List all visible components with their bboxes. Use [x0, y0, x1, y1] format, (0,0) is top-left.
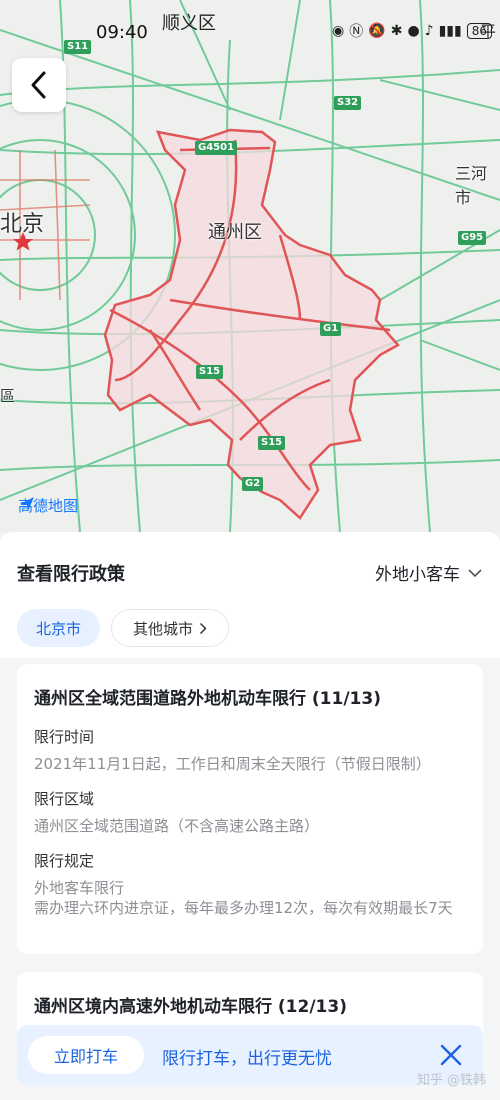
taxi-promo-bar: 立即打车 限行打车，出行更无忧	[17, 1025, 483, 1085]
amap-logo-icon	[20, 497, 34, 511]
card-1-time-label: 限行时间	[34, 728, 95, 746]
bluetooth-icon: ✱	[390, 23, 403, 39]
mic-icon: ♪	[424, 23, 434, 39]
map-view[interactable]: 北京 通州区 三河市 平 區 S11 S32 G4501 G95 G1 S15 …	[0, 0, 500, 532]
status-icons: ◉ Ⓝ 🔕 ✱ ● ♪ ▮▮▮ 86	[332, 21, 492, 41]
battery-indicator: 86	[466, 23, 492, 39]
card-1-area-label: 限行区域	[34, 790, 95, 808]
tongzhou-boundary	[103, 128, 400, 520]
tab-other-cities[interactable]: 其他城市	[111, 609, 229, 647]
tab-beijing[interactable]: 北京市	[17, 609, 100, 647]
road-shield-g95: G95	[458, 231, 487, 245]
status-bar: 09:40 顺义区 ◉ Ⓝ 🔕 ✱ ● ♪ ▮▮▮ 86	[0, 0, 500, 62]
eye-icon: ◉	[332, 23, 345, 39]
card-1-rule-label: 限行规定	[34, 852, 95, 870]
call-taxi-button[interactable]: 立即打车	[28, 1036, 144, 1074]
vehicle-type-selector[interactable]: 外地小客车	[375, 560, 482, 585]
card-2-title: 通州区境内高速外地机动车限行 (12/13)	[34, 997, 347, 1017]
close-icon[interactable]	[439, 1043, 463, 1067]
tab-other-cities-label: 其他城市	[132, 619, 193, 638]
watermark: 知乎 @铁韩	[416, 1073, 486, 1088]
signal-icon: ▮▮▮	[438, 23, 462, 39]
back-button[interactable]	[12, 58, 66, 112]
map-canvas	[0, 0, 500, 532]
status-district: 顺义区	[162, 13, 216, 34]
restriction-card-1[interactable]: 通州区全域范围道路外地机动车限行 (11/13) 限行时间 2021年11月1日…	[17, 664, 483, 954]
card-1-time-value: 2021年11月1日起，工作日和周末全天限行（节假日限制）	[34, 755, 431, 773]
bell-mute-icon: 🔕	[368, 23, 386, 39]
city-tabs: 北京市 其他城市	[0, 598, 500, 658]
card-1-rule-value-1: 外地客车限行	[34, 879, 125, 897]
promo-text: 限行打车，出行更无忧	[162, 1049, 332, 1069]
road-shield-s15-2: S15	[258, 436, 286, 450]
chevron-right-icon	[199, 622, 207, 634]
road-shield-g2: G2	[242, 477, 264, 491]
status-time: 09:40	[96, 22, 148, 43]
amap-logo: 高德地图	[18, 495, 78, 516]
road-shield-g4501: G4501	[195, 141, 238, 155]
map-label-edge: 區	[0, 387, 16, 405]
vehicle-type-label: 外地小客车	[375, 565, 460, 585]
card-1-area-value: 通州区全域范围道路（不含高速公路主路）	[34, 817, 320, 835]
location-icon: ●	[407, 23, 420, 39]
road-shield-s15: S15	[196, 365, 224, 379]
card-1-title: 通州区全域范围道路外地机动车限行 (11/13)	[34, 689, 381, 709]
policy-panel: 查看限行政策 外地小客车 北京市 其他城市 通州区全域范围道路外地机动车限行 (…	[0, 532, 500, 1100]
map-label-beijing: 北京	[0, 212, 45, 237]
chevron-down-icon	[468, 568, 482, 577]
map-label-sanhe: 三河市	[455, 164, 488, 207]
map-label-tongzhou: 通州区	[208, 222, 262, 243]
policy-title: 查看限行政策	[17, 564, 125, 585]
nfc-icon: Ⓝ	[349, 24, 364, 40]
chevron-left-icon	[31, 71, 46, 99]
road-shield-s32: S32	[334, 96, 362, 110]
road-shield-g1: G1	[320, 322, 342, 336]
card-1-rule-value-2: 需办理六环内进京证，每年最多办理12次，每次有效期最长7天	[34, 899, 453, 917]
